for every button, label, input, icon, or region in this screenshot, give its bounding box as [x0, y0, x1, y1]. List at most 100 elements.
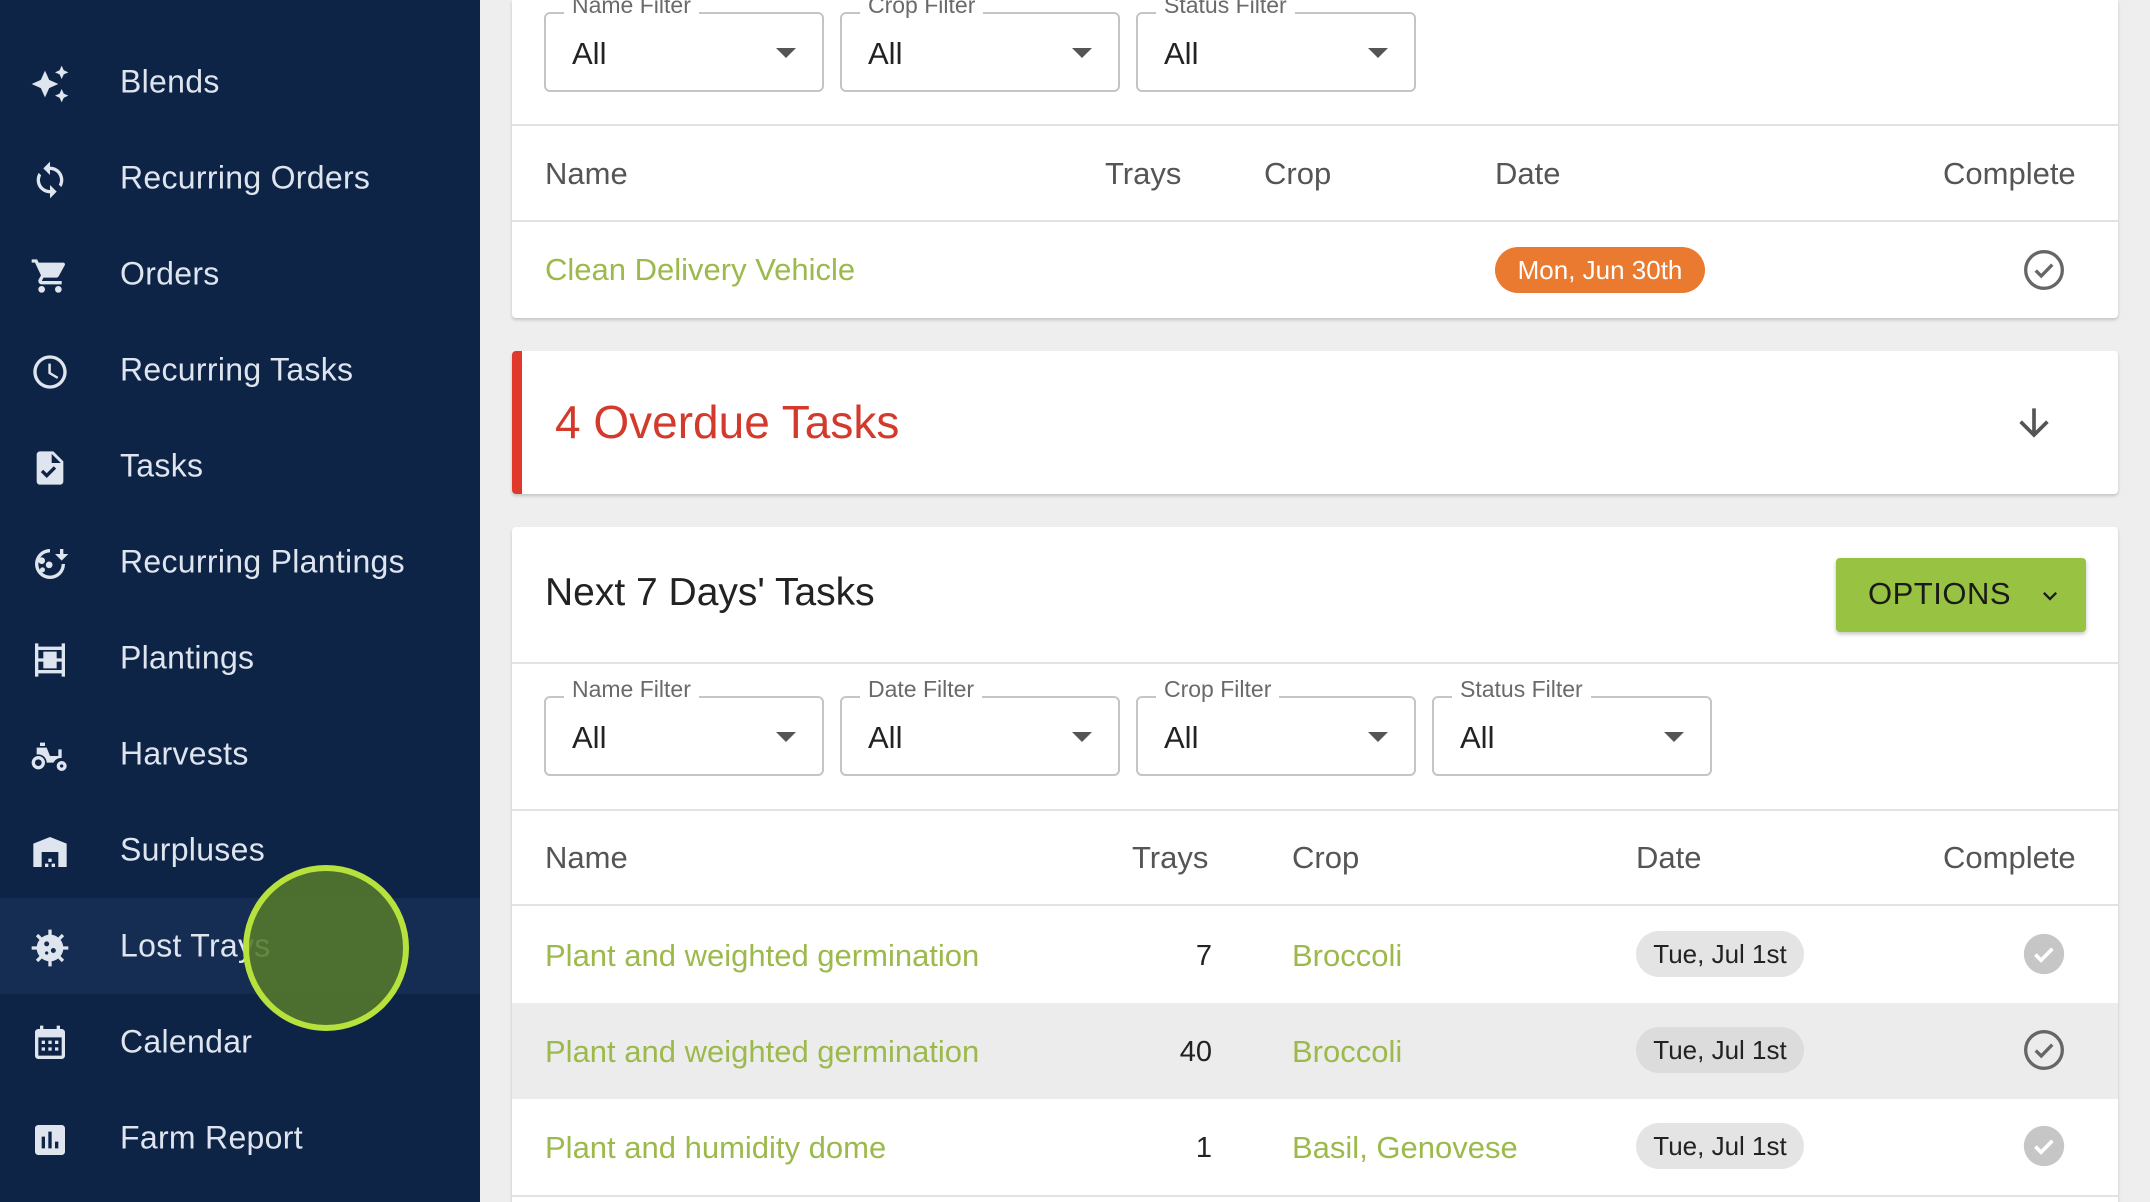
tray-rack-icon [30, 640, 70, 680]
today-tasks-card: Name Filter All Crop Filter All Status F… [512, 0, 2118, 318]
sidebar-item-recurring-plantings[interactable]: Recurring Plantings [0, 514, 480, 610]
warehouse-icon [30, 832, 70, 872]
filter-label: Status Filter [1452, 676, 1591, 703]
status-filter-select[interactable]: Status Filter All [1136, 0, 1416, 92]
clock-icon [30, 352, 70, 392]
column-header-crop[interactable]: Crop [1292, 840, 1359, 876]
filter-value: All [572, 36, 607, 71]
filter-value: All [1460, 720, 1495, 755]
seed-cycle-icon [30, 544, 70, 584]
trays-value: 1 [1195, 1132, 1212, 1164]
sidebar-item-label: Recurring Plantings [120, 543, 405, 580]
divider [512, 1195, 2118, 1197]
name-filter-select[interactable]: Name Filter All [544, 676, 824, 776]
sidebar-item-calendar[interactable]: Calendar [0, 994, 480, 1090]
complete-check-icon[interactable] [2022, 248, 2066, 297]
task-name-link[interactable]: Plant and humidity dome [545, 1130, 886, 1166]
sidebar-item-label: Plantings [120, 639, 255, 676]
sidebar-item-surpluses[interactable]: Surpluses [0, 802, 480, 898]
task-name-link[interactable]: Plant and weighted germination [545, 1034, 979, 1070]
sidebar-item-label: Tasks [120, 447, 204, 484]
filter-label: Status Filter [1156, 0, 1295, 19]
sidebar-item-label: Blends [120, 63, 220, 100]
column-header-trays[interactable]: Trays [1132, 840, 1208, 876]
divider [512, 662, 2118, 664]
sync-icon [30, 160, 70, 200]
crop-link[interactable]: Basil, Genovese [1292, 1130, 1518, 1166]
tractor-icon [30, 736, 70, 776]
filter-value: All [1164, 36, 1199, 71]
sidebar-item-label: Farm Report [120, 1119, 303, 1156]
column-header-date[interactable]: Date [1495, 156, 1560, 192]
sidebar-item-recurring-tasks[interactable]: Recurring Tasks [0, 322, 480, 418]
complete-check-icon[interactable] [2022, 1124, 2066, 1173]
complete-check-icon[interactable] [2022, 1028, 2066, 1077]
sidebar-item-plantings[interactable]: Plantings [0, 610, 480, 706]
column-header-name[interactable]: Name [545, 840, 628, 876]
chevron-down-icon [2036, 582, 2064, 615]
status-filter-select[interactable]: Status Filter All [1432, 676, 1712, 776]
arrow-down-icon[interactable] [2012, 401, 2056, 450]
cart-icon [30, 256, 70, 296]
column-header-date[interactable]: Date [1636, 840, 1701, 876]
bar-chart-icon [30, 1120, 70, 1160]
sidebar-item-orders[interactable]: Orders [0, 226, 480, 322]
task-name-link[interactable]: Plant and weighted germination [545, 938, 979, 974]
caret-down-icon [1368, 732, 1388, 742]
caret-down-icon [1072, 48, 1092, 58]
sparkles-icon [30, 64, 70, 104]
crop-filter-select[interactable]: Crop Filter All [1136, 676, 1416, 776]
sidebar: Blends Recurring Orders Orders Recurring… [0, 0, 480, 1202]
virus-icon [30, 928, 70, 968]
task-name-link[interactable]: Clean Delivery Vehicle [545, 252, 855, 288]
sidebar-item-label: Surpluses [120, 831, 265, 868]
filter-value: All [868, 36, 903, 71]
filter-label: Crop Filter [1156, 676, 1280, 703]
caret-down-icon [1368, 48, 1388, 58]
sidebar-item-farm-report[interactable]: Farm Report [0, 1090, 480, 1186]
options-button[interactable]: OPTIONS [1836, 558, 2086, 632]
crop-link[interactable]: Broccoli [1292, 1034, 1402, 1070]
task-document-icon [30, 448, 70, 488]
sidebar-item-tasks[interactable]: Tasks [0, 418, 480, 514]
next-7-days-card: Next 7 Days' Tasks OPTIONS Name Filter A… [512, 527, 2118, 1202]
sidebar-item-harvests[interactable]: Harvests [0, 706, 480, 802]
column-header-trays[interactable]: Trays [1105, 156, 1181, 192]
sidebar-item-label: Orders [120, 255, 220, 292]
divider [512, 124, 2118, 126]
overdue-tasks-card[interactable]: 4 Overdue Tasks [512, 351, 2118, 494]
date-chip: Tue, Jul 1st [1636, 931, 1804, 977]
crop-link[interactable]: Broccoli [1292, 938, 1402, 974]
column-header-name[interactable]: Name [545, 156, 628, 192]
column-header-crop[interactable]: Crop [1264, 156, 1331, 192]
filter-label: Date Filter [860, 676, 983, 703]
sidebar-item-label: Calendar [120, 1023, 253, 1060]
date-filter-select[interactable]: Date Filter All [840, 676, 1120, 776]
trays-value: 7 [1195, 940, 1212, 972]
divider [512, 809, 2118, 811]
trays-value: 40 [1179, 1036, 1212, 1068]
caret-down-icon [776, 48, 796, 58]
date-chip: Tue, Jul 1st [1636, 1027, 1804, 1073]
sidebar-item-label: Harvests [120, 735, 249, 772]
caret-down-icon [1664, 732, 1684, 742]
sidebar-item-recurring-orders[interactable]: Recurring Orders [0, 130, 480, 226]
overdue-title: 4 Overdue Tasks [555, 396, 900, 448]
filter-value: All [1164, 720, 1199, 755]
sidebar-item-blends[interactable]: Blends [0, 34, 480, 130]
section-title: Next 7 Days' Tasks [545, 571, 875, 614]
sidebar-item-label: Recurring Tasks [120, 351, 354, 388]
filter-value: All [868, 720, 903, 755]
name-filter-select[interactable]: Name Filter All [544, 0, 824, 92]
crop-filter-select[interactable]: Crop Filter All [840, 0, 1120, 92]
column-header-complete[interactable]: Complete [1943, 840, 2076, 876]
complete-check-icon[interactable] [2022, 932, 2066, 981]
filter-label: Name Filter [564, 0, 699, 19]
column-header-complete[interactable]: Complete [1943, 156, 2076, 192]
filter-label: Name Filter [564, 676, 699, 703]
date-chip: Mon, Jun 30th [1495, 247, 1705, 293]
divider [512, 220, 2118, 222]
date-chip: Tue, Jul 1st [1636, 1123, 1804, 1169]
caret-down-icon [776, 732, 796, 742]
overdue-accent-bar [512, 351, 522, 494]
